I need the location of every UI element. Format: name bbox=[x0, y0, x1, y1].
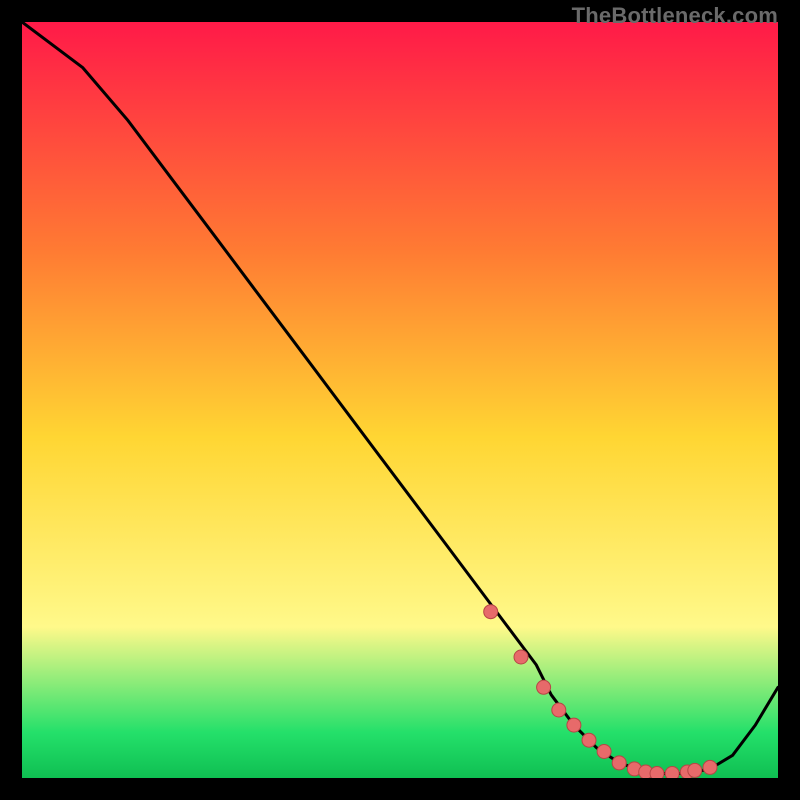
marker-dot bbox=[537, 680, 551, 694]
marker-dot bbox=[665, 767, 679, 779]
plot-area bbox=[22, 22, 778, 778]
marker-dot bbox=[514, 650, 528, 664]
marker-dot bbox=[612, 756, 626, 770]
gradient-background bbox=[22, 22, 778, 778]
marker-dot bbox=[484, 605, 498, 619]
chart-stage: TheBottleneck.com bbox=[0, 0, 800, 800]
marker-dot bbox=[597, 745, 611, 759]
marker-dot bbox=[582, 733, 596, 747]
watermark-label: TheBottleneck.com bbox=[572, 3, 778, 29]
marker-dot bbox=[552, 703, 566, 717]
marker-dot bbox=[567, 718, 581, 732]
marker-dot bbox=[650, 767, 664, 779]
marker-dot bbox=[703, 760, 717, 774]
marker-dot bbox=[688, 763, 702, 777]
plot-svg bbox=[22, 22, 778, 778]
